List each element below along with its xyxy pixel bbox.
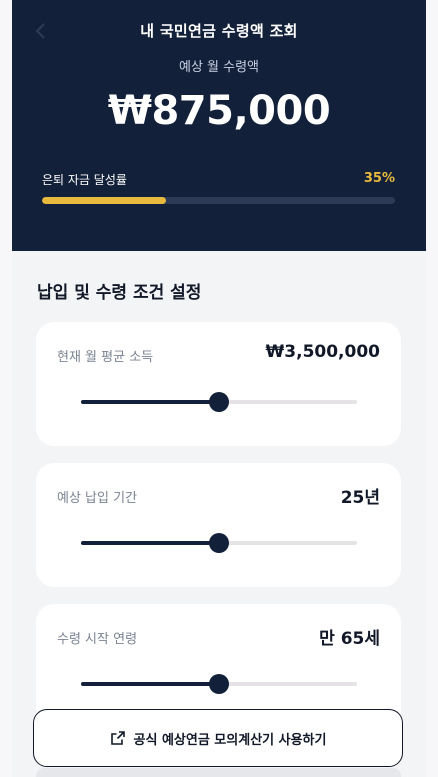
period-slider-thumb[interactable] (209, 533, 229, 553)
start-age-slider-fill (81, 682, 219, 686)
summary-header: 내 국민연금 수령액 조회 예상 월 수령액 ₩875,000 은퇴 자금 달성… (12, 0, 426, 251)
official-calculator-label: 공식 예상연금 모의계산기 사용하기 (133, 732, 327, 748)
frame-edge (426, 0, 438, 777)
income-label: 현재 월 평균 소득 (57, 350, 154, 365)
next-card-peek (36, 768, 401, 777)
goal-progress-fill (42, 197, 166, 204)
income-slider[interactable] (81, 392, 357, 412)
period-value: 25년 (340, 488, 380, 508)
period-slider-fill (81, 541, 219, 545)
external-link-icon (110, 731, 125, 745)
income-value: ₩3,500,000 (265, 342, 380, 362)
income-slider-thumb[interactable] (209, 392, 229, 412)
goal-label: 은퇴 자금 달성률 (42, 173, 127, 187)
frame-edge (0, 0, 12, 777)
monthly-amount: ₩875,000 (107, 88, 331, 134)
income-slider-fill (81, 400, 219, 404)
period-card: 예상 납입 기간 25년 (36, 463, 401, 587)
period-slider[interactable] (81, 533, 357, 553)
start-age-label: 수령 시작 연령 (57, 632, 138, 647)
income-card: 현재 월 평균 소득 ₩3,500,000 (36, 322, 401, 446)
section-title: 납입 및 수령 조건 설정 (37, 283, 202, 303)
goal-percent: 35% (363, 171, 395, 186)
period-label: 예상 납입 기간 (57, 491, 138, 506)
start-age-slider[interactable] (81, 674, 357, 694)
page-title: 내 국민연금 수령액 조회 (140, 22, 298, 40)
start-age-slider-thumb[interactable] (209, 674, 229, 694)
estimate-subtitle: 예상 월 수령액 (178, 60, 260, 75)
goal-progress-bar (42, 197, 395, 204)
official-calculator-button[interactable]: 공식 예상연금 모의계산기 사용하기 (33, 709, 403, 767)
start-age-value: 만 65세 (319, 629, 380, 649)
